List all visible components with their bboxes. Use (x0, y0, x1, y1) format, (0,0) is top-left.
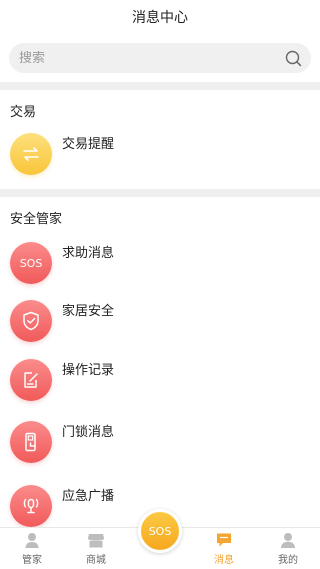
tab-profile[interactable]: 我的 (256, 528, 320, 569)
section-title-security: 安全管家 (10, 212, 63, 227)
profile-icon (279, 532, 297, 548)
tab-butler[interactable]: 管家 (0, 528, 64, 569)
search-box[interactable] (9, 43, 311, 73)
door-lock-icon (10, 421, 52, 463)
tab-label: 管家 (22, 555, 42, 566)
nav-bar: 消息中心 (0, 0, 320, 34)
item-label: 操作记录 (62, 363, 115, 378)
section-divider (0, 82, 320, 90)
swap-arrows-icon (10, 133, 52, 175)
list-item-door-lock[interactable]: 门锁消息 (0, 421, 320, 477)
broadcast-icon (10, 485, 52, 527)
sos-icon: SOS (10, 242, 52, 284)
message-icon (215, 532, 233, 548)
tab-store[interactable]: 商城 (64, 528, 128, 569)
section-divider (0, 189, 320, 197)
tab-label: 消息 (214, 555, 234, 566)
search-icon[interactable] (284, 49, 302, 67)
list-item-home-security[interactable]: 家居安全 (0, 300, 320, 356)
tab-label: 我的 (278, 555, 298, 566)
section-title-trade: 交易 (10, 105, 37, 120)
sos-button-label: SOS (148, 524, 172, 538)
item-label: 交易提醒 (62, 137, 115, 152)
list-item-operation-record[interactable]: 操作记录 (0, 359, 320, 415)
tab-label: 商城 (86, 555, 106, 566)
butler-icon (23, 532, 41, 548)
tab-messages[interactable]: 消息 (192, 528, 256, 569)
store-icon (87, 532, 105, 548)
list-item-help-message[interactable]: SOS 求助消息 (0, 242, 320, 298)
shield-check-icon (10, 300, 52, 342)
list-item-trade-reminder[interactable]: 交易提醒 (0, 133, 320, 189)
sos-icon-text: SOS (19, 256, 43, 270)
sos-button[interactable]: SOS (138, 509, 182, 553)
search-input[interactable] (19, 50, 259, 66)
item-label: 家居安全 (62, 304, 115, 319)
item-label: 应急广播 (62, 489, 115, 504)
page-title: 消息中心 (132, 10, 188, 26)
edit-record-icon (10, 359, 52, 401)
item-label: 门锁消息 (62, 425, 115, 440)
item-label: 求助消息 (62, 246, 115, 261)
search-bar (0, 34, 320, 82)
